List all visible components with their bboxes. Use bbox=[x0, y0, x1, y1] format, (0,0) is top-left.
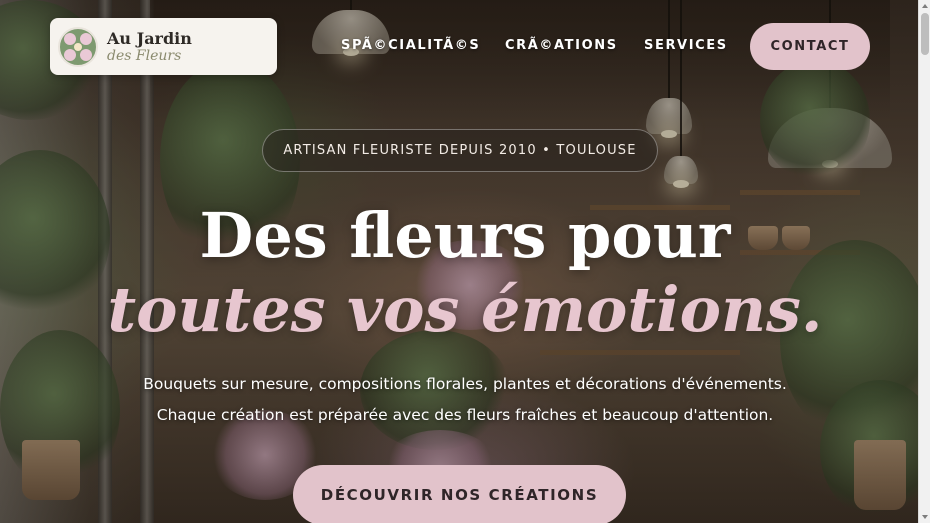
discover-creations-button[interactable]: DÉCOUVRIR NOS CRÉATIONS bbox=[293, 465, 626, 523]
hero-description-line-1: Bouquets sur mesure, compositions floral… bbox=[143, 375, 787, 393]
nav-link-services[interactable]: SERVICES bbox=[644, 38, 728, 53]
scrollbar-thumb[interactable] bbox=[921, 13, 929, 55]
page: Au Jardin des Fleurs SPÃ©CIALITÃ©S CRÃ©A… bbox=[0, 0, 930, 523]
flower-logo-icon bbox=[58, 26, 98, 67]
page-scrollbar[interactable] bbox=[918, 0, 930, 523]
scroll-down-arrow-icon[interactable] bbox=[919, 511, 930, 523]
scroll-up-arrow-icon[interactable] bbox=[919, 0, 930, 12]
nav-link-specialites[interactable]: SPÃ©CIALITÃ©S bbox=[341, 38, 480, 53]
hero-title-line-2: toutes vos émotions. bbox=[107, 273, 823, 346]
brand-subtitle: des Fleurs bbox=[107, 47, 182, 64]
brand-logo-link[interactable]: Au Jardin des Fleurs bbox=[50, 18, 277, 75]
contact-button[interactable]: CONTACT bbox=[750, 23, 870, 70]
hero-badge: ARTISAN FLEURISTE DEPUIS 2010 • TOULOUSE bbox=[262, 129, 658, 172]
hero-description-line-2: Chaque création est préparée avec des fl… bbox=[156, 406, 774, 424]
brand-title: Au Jardin bbox=[107, 28, 192, 48]
nav-link-creations[interactable]: CRÃ©ATIONS bbox=[505, 38, 618, 53]
hero-title-line-1: Des fleurs pour bbox=[199, 199, 731, 272]
brand-name: Au Jardin des Fleurs bbox=[107, 28, 192, 64]
